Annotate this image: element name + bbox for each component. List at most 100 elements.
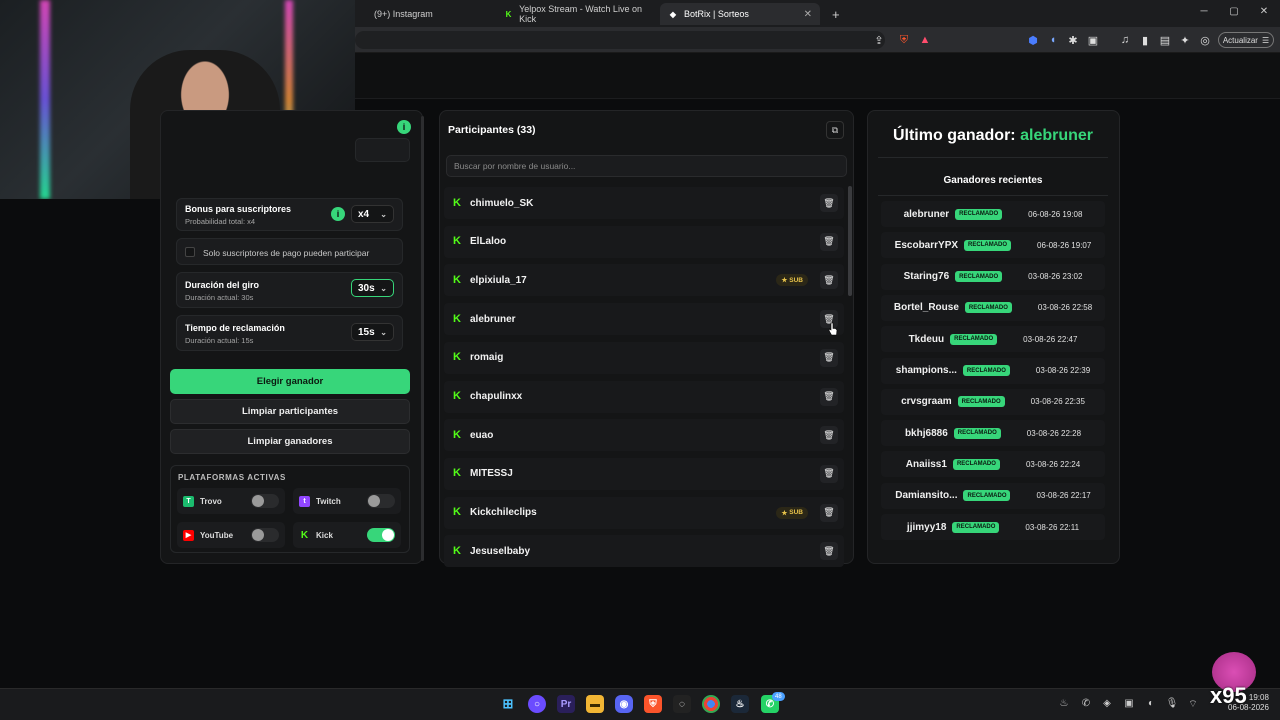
sidebar-icon[interactable]: ▮: [1138, 34, 1152, 47]
trash-icon[interactable]: 🗑︎: [820, 271, 838, 290]
trash-icon[interactable]: 🗑︎: [820, 194, 838, 212]
claimed-badge: RECLAMADO: [963, 490, 1011, 502]
minimize-icon[interactable]: ─: [1196, 6, 1212, 17]
chevron-down-icon: ⌄: [380, 209, 387, 219]
last-winner-heading: Último ganador: alebruner: [878, 127, 1108, 145]
claim-time-value: 15s: [358, 326, 375, 338]
share-icon[interactable]: ⇪: [872, 34, 886, 47]
settings-input[interactable]: [355, 138, 410, 162]
restore-icon[interactable]: ▢: [1226, 6, 1242, 17]
clear-winners-button[interactable]: Limpiar ganadores: [170, 429, 410, 454]
platform-youtube: ▶ YouTube: [177, 522, 285, 548]
kick-toggle[interactable]: [367, 528, 395, 542]
participants-title: Participantes (33): [448, 124, 536, 136]
kick-icon: K: [453, 467, 461, 480]
extensions-puzzle-icon[interactable]: ✱: [1066, 34, 1080, 47]
winner-name: EscobarrYPX: [894, 239, 959, 251]
claimed-badge: RECLAMADO: [950, 333, 998, 345]
screenshot-icon[interactable]: ▣: [1086, 34, 1100, 47]
close-window-icon[interactable]: ✕: [1256, 6, 1272, 17]
winner-date: 03-08-26 22:28: [1026, 428, 1082, 438]
claim-time-select[interactable]: 15s ⌄: [351, 323, 394, 341]
copy-icon[interactable]: ⧉: [826, 121, 844, 139]
brave-icon[interactable]: ⛨: [644, 695, 662, 713]
trash-icon[interactable]: 🗑︎: [820, 503, 838, 522]
pick-winner-button[interactable]: Elegir ganador: [170, 369, 410, 394]
participants-scrollbar[interactable]: [848, 186, 852, 296]
spin-duration-select[interactable]: 30s ⌄: [351, 279, 394, 297]
winner-name: Anaiiss1: [905, 458, 947, 470]
extension-icon[interactable]: ⬢: [1026, 34, 1040, 47]
trash-icon[interactable]: 🗑︎: [820, 232, 838, 251]
obs-icon[interactable]: ◌: [673, 695, 691, 713]
wifi-icon[interactable]: ⌔: [1186, 698, 1200, 711]
tab-kick[interactable]: K Yelpox Stream - Watch Live on Kick: [496, 3, 656, 25]
kick-icon: K: [453, 312, 461, 325]
whatsapp-tray-icon[interactable]: ✆: [1079, 698, 1093, 709]
premiere-icon[interactable]: Pr: [557, 695, 575, 713]
paid-only-card[interactable]: Solo suscriptores de pago pueden partici…: [176, 238, 403, 265]
wallet-icon[interactable]: ▤: [1158, 34, 1172, 47]
winner-name: crvsgraam: [901, 396, 952, 408]
search-input[interactable]: [446, 155, 847, 177]
chrome-icon[interactable]: [702, 695, 720, 713]
settings-scrollbar[interactable]: [421, 116, 424, 561]
instagram-icon: [358, 9, 368, 19]
kick-icon: K: [505, 9, 512, 19]
app-icon[interactable]: ○: [528, 695, 546, 713]
menu-icon: ☰: [1261, 35, 1270, 45]
windows-start-icon[interactable]: ⊞: [499, 695, 517, 713]
claimed-badge: RECLAMADO: [955, 271, 1003, 283]
tab-instagram[interactable]: (9+) Instagram: [350, 3, 490, 25]
close-tab-icon[interactable]: ✕: [804, 9, 812, 20]
sub-bonus-select[interactable]: x4 ⌄: [351, 205, 394, 223]
update-button[interactable]: Actualizar ☰: [1218, 32, 1274, 48]
trash-icon[interactable]: 🗑︎: [820, 542, 838, 561]
paid-only-checkbox[interactable]: [185, 247, 195, 257]
twitch-toggle[interactable]: [367, 494, 395, 508]
trash-icon[interactable]: 🗑︎: [820, 348, 838, 367]
platform-label: Kick: [316, 530, 333, 540]
new-tab-button[interactable]: +: [824, 3, 844, 25]
winner-row: Tkdeuu RECLAMADO 03-08-26 22:47: [881, 326, 1105, 353]
claimed-badge: RECLAMADO: [953, 427, 1001, 439]
update-label: Actualizar: [1222, 35, 1258, 45]
trash-icon[interactable]: 🗑︎: [820, 464, 838, 483]
nvidia-tray-icon[interactable]: ◈: [1100, 698, 1114, 709]
chevron-down-icon: ⌄: [380, 283, 387, 293]
tray-icon[interactable]: ◐: [1144, 698, 1158, 709]
brave-rewards-icon[interactable]: ▲: [918, 34, 932, 46]
winner-row: alebruner RECLAMADO 06-08-26 19:08: [881, 201, 1105, 227]
trovo-toggle[interactable]: [251, 494, 279, 508]
platform-label: YouTube: [200, 530, 234, 540]
steam-tray-icon[interactable]: ♨: [1057, 698, 1071, 709]
tray-icon[interactable]: ▣: [1122, 698, 1136, 709]
music-icon[interactable]: ♫: [1118, 34, 1132, 46]
microphone-icon[interactable]: 🎙︎: [1165, 698, 1179, 709]
tab-botrix[interactable]: ◆ BotRix | Sorteos ✕: [660, 3, 820, 25]
kick-icon: K: [453, 506, 461, 519]
steam-icon[interactable]: ♨: [731, 695, 749, 713]
whatsapp-badge: 48: [772, 692, 785, 701]
info-icon[interactable]: i: [397, 120, 411, 134]
url-field[interactable]: [355, 31, 885, 49]
participant-row: K Kickchileclips ★ SUB 🗑︎: [444, 496, 844, 529]
paid-only-label: Solo suscriptores de pago pueden partici…: [203, 248, 370, 258]
clear-participants-button[interactable]: Limpiar participantes: [170, 399, 410, 424]
youtube-toggle[interactable]: [251, 528, 279, 542]
participant-name: euao: [470, 429, 494, 441]
sub-badge: ★ SUB: [776, 274, 808, 287]
vpn-icon[interactable]: ◎: [1198, 34, 1212, 47]
claimed-badge: RECLAMADO: [962, 365, 1010, 376]
leo-ai-icon[interactable]: ✦: [1178, 34, 1192, 47]
folder-icon[interactable]: ▬: [586, 695, 604, 713]
discord-icon[interactable]: ◉: [615, 695, 633, 713]
winner-date: 03-08-26 22:39: [1035, 366, 1091, 375]
extension-icon[interactable]: ◖: [1046, 34, 1060, 46]
kick-icon: K: [453, 390, 461, 402]
info-icon[interactable]: i: [331, 207, 345, 221]
trash-icon[interactable]: 🗑︎: [820, 426, 838, 445]
trash-icon[interactable]: 🗑︎: [820, 387, 838, 406]
star-icon: ★: [781, 277, 788, 285]
brave-shield-icon[interactable]: ⛨: [897, 34, 911, 47]
